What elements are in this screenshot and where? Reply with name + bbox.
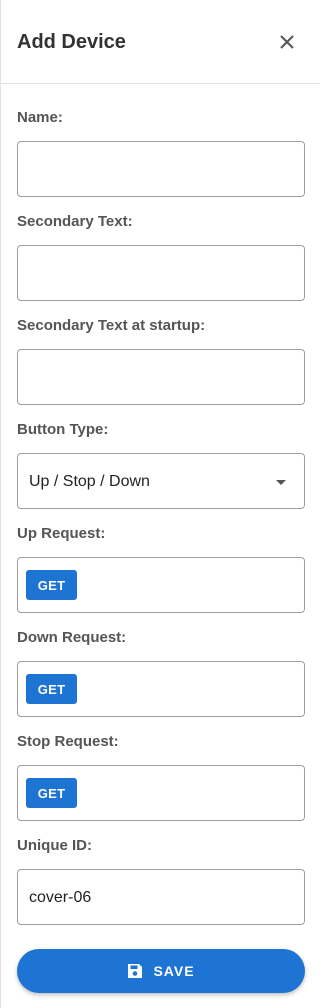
button-type-select[interactable]: Up / Stop / Down [17, 453, 305, 509]
button-type-label: Button Type: [17, 421, 109, 438]
dialog-header: Add Device [1, 0, 320, 84]
save-button-label: SAVE [153, 963, 195, 979]
stop-request-label: Stop Request: [17, 733, 119, 750]
name-label: Name: [17, 109, 63, 126]
floppy-disk-icon [128, 964, 143, 978]
button-type-value: Up / Stop / Down [29, 473, 150, 490]
add-device-panel: Add Device Name: Secondary Text: Seconda… [0, 0, 320, 1008]
close-button[interactable] [271, 26, 303, 58]
up-request-label: Up Request: [17, 525, 106, 542]
save-button[interactable]: SAVE [17, 949, 305, 993]
unique-id-field[interactable]: cover-06 [17, 869, 305, 925]
up-request-method-button[interactable]: GET [26, 570, 77, 600]
chevron-down-icon [276, 480, 286, 485]
down-request-method-button[interactable]: GET [26, 674, 77, 704]
close-icon [280, 35, 294, 49]
down-request-label: Down Request: [17, 629, 127, 646]
name-field[interactable] [17, 141, 305, 197]
secondary-text-startup-field[interactable] [17, 349, 305, 405]
stop-request-method-button[interactable]: GET [26, 778, 77, 808]
unique-id-value: cover-06 [29, 889, 92, 906]
stop-request-field[interactable]: GET [17, 765, 305, 821]
down-request-field[interactable]: GET [17, 661, 305, 717]
unique-id-label: Unique ID: [17, 837, 92, 854]
secondary-text-label: Secondary Text: [17, 213, 133, 230]
secondary-text-field[interactable] [17, 245, 305, 301]
up-request-field[interactable]: GET [17, 557, 305, 613]
dialog-title: Add Device [17, 31, 126, 53]
secondary-text-startup-label: Secondary Text at startup: [17, 317, 206, 334]
